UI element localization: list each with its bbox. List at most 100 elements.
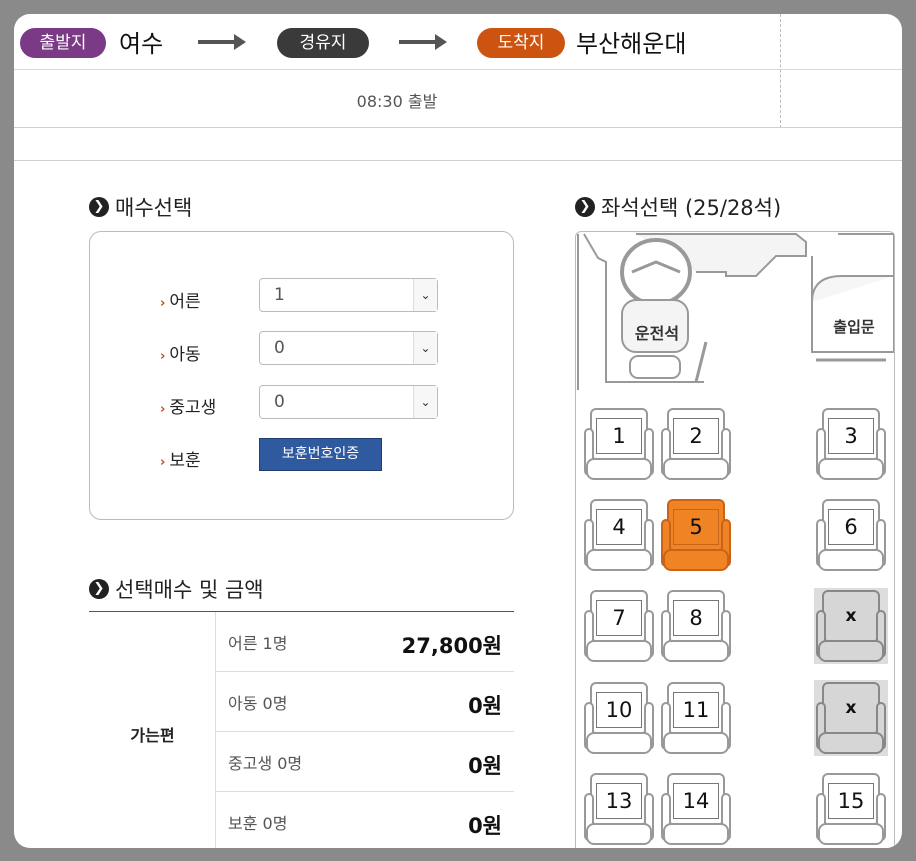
child-value: 0: [274, 338, 285, 358]
teen-select[interactable]: 0 ⌄: [259, 385, 438, 419]
seat-7[interactable]: 7: [582, 588, 656, 664]
teen-label: › 중고생: [160, 393, 216, 418]
row-amount: 0원: [468, 814, 502, 838]
seat-2[interactable]: 2: [659, 406, 733, 482]
row-label: 보훈 0명: [228, 814, 288, 833]
seat-number: 15: [828, 783, 874, 819]
seat-10[interactable]: 10: [582, 680, 656, 756]
table-row: 아동 0명 0원: [216, 672, 514, 732]
veteran-label-text: 보훈: [169, 451, 201, 471]
spacer-row: [14, 128, 902, 161]
adult-value: 1: [274, 285, 285, 305]
departure-row: 08:30 출발: [14, 70, 902, 128]
chevron-down-icon: ⌄: [413, 332, 437, 364]
departure-time: 08:30 출발: [356, 92, 438, 111]
seat-cushion: [663, 732, 729, 754]
count-box: [89, 231, 514, 520]
row-amount: 27,800원: [401, 634, 502, 658]
destination-badge: 도착지: [477, 28, 565, 58]
teen-value: 0: [274, 392, 285, 412]
origin-name: 여수: [119, 30, 164, 58]
row-label: 어른 1명: [228, 634, 288, 653]
summary-section-title: ❯ 선택매수 및 금액: [89, 574, 264, 604]
seat-6[interactable]: 6: [814, 497, 888, 573]
chevron-icon: ›: [160, 402, 166, 417]
chevron-icon: ›: [160, 455, 166, 470]
seat-number: 14: [673, 783, 719, 819]
adult-select[interactable]: 1 ⌄: [259, 278, 438, 312]
arrow-right-icon: [198, 34, 246, 50]
count-title-text: 매수선택: [115, 196, 193, 220]
seat-cushion: [663, 823, 729, 845]
via-badge: 경유지: [277, 28, 369, 58]
seat-number: 5: [673, 509, 719, 545]
chevron-right-icon: ❯: [575, 197, 595, 217]
child-select[interactable]: 0 ⌄: [259, 331, 438, 365]
seat-3[interactable]: 3: [814, 406, 888, 482]
child-label-text: 아동: [169, 345, 201, 365]
seat-number: 3: [828, 418, 874, 454]
seat-number: x: [828, 692, 874, 728]
seat-number: 13: [596, 783, 642, 819]
seat-title-text: 좌석선택 (25/28석): [601, 196, 782, 220]
route-row: 출발지 여수 경유지 도착지 부산해운대 20: [14, 14, 902, 70]
seat-number: 7: [596, 600, 642, 636]
seat-cushion: [586, 823, 652, 845]
veteran-verify-button[interactable]: 보훈번호인증: [259, 438, 382, 471]
seat-cushion: [586, 732, 652, 754]
seat-cushion: [663, 458, 729, 480]
adult-label: › 어른: [160, 287, 201, 312]
chevron-right-icon: ❯: [89, 197, 109, 217]
seat-13[interactable]: 13: [582, 771, 656, 847]
seat-8[interactable]: 8: [659, 588, 733, 664]
chevron-down-icon: ⌄: [413, 386, 437, 418]
seat-cushion: [586, 640, 652, 662]
seat-14[interactable]: 14: [659, 771, 733, 847]
chevron-right-icon: ❯: [89, 579, 109, 599]
seat-number: 2: [673, 418, 719, 454]
summary-table: 가는편 어른 1명 27,800원 아동 0명 0원 중고생 0명 0원 보훈 0명 0…: [89, 611, 514, 848]
seat-11[interactable]: 11: [659, 680, 733, 756]
seat-cushion: [586, 549, 652, 571]
seat-number: 6: [828, 509, 874, 545]
seat-number: 8: [673, 600, 719, 636]
seat-cushion: [586, 458, 652, 480]
chevron-down-icon: ⌄: [413, 279, 437, 311]
seat-number: 10: [596, 692, 642, 728]
count-section-title: ❯ 매수선택: [89, 192, 192, 222]
ticket-modal: 출발지 여수 경유지 도착지 부산해운대 20 08:30 출발 금 ❯ 매수선…: [14, 14, 902, 848]
trip-cell: 가는편: [89, 612, 216, 848]
veteran-label: › 보훈: [160, 446, 201, 471]
chevron-icon: ›: [160, 296, 166, 311]
row-label: 중고생 0명: [228, 754, 303, 773]
summary-title-text: 선택매수 및 금액: [115, 578, 264, 602]
seat-15[interactable]: 15: [814, 771, 888, 847]
origin-badge: 출발지: [20, 28, 106, 58]
seat-cushion: [818, 458, 884, 480]
door-label: 출입문: [833, 318, 875, 336]
seat-cushion: [818, 823, 884, 845]
seat-number: x: [828, 600, 874, 636]
seat-1[interactable]: 1: [582, 406, 656, 482]
seat-cushion: [818, 732, 884, 754]
seat-cushion: [818, 549, 884, 571]
seat-5[interactable]: 5: [659, 497, 733, 573]
teen-label-text: 중고생: [169, 398, 217, 418]
seat-cushion: [663, 640, 729, 662]
table-row: 어른 1명 27,800원: [216, 612, 514, 672]
row-label: 아동 0명: [228, 694, 288, 713]
row-amount: 0원: [468, 754, 502, 778]
trip-label: 가는편: [130, 726, 175, 745]
child-label: › 아동: [160, 340, 201, 365]
table-row: 보훈 0명 0원: [216, 792, 514, 848]
chevron-icon: ›: [160, 349, 166, 364]
seat-number: 1: [596, 418, 642, 454]
seat-unavailable: x: [814, 680, 888, 756]
seat-cushion: [818, 640, 884, 662]
seat-4[interactable]: 4: [582, 497, 656, 573]
seat-number: 11: [673, 692, 719, 728]
adult-label-text: 어른: [169, 292, 201, 312]
table-row: 중고생 0명 0원: [216, 732, 514, 792]
seat-number: 4: [596, 509, 642, 545]
arrow-right-icon: [399, 34, 447, 50]
